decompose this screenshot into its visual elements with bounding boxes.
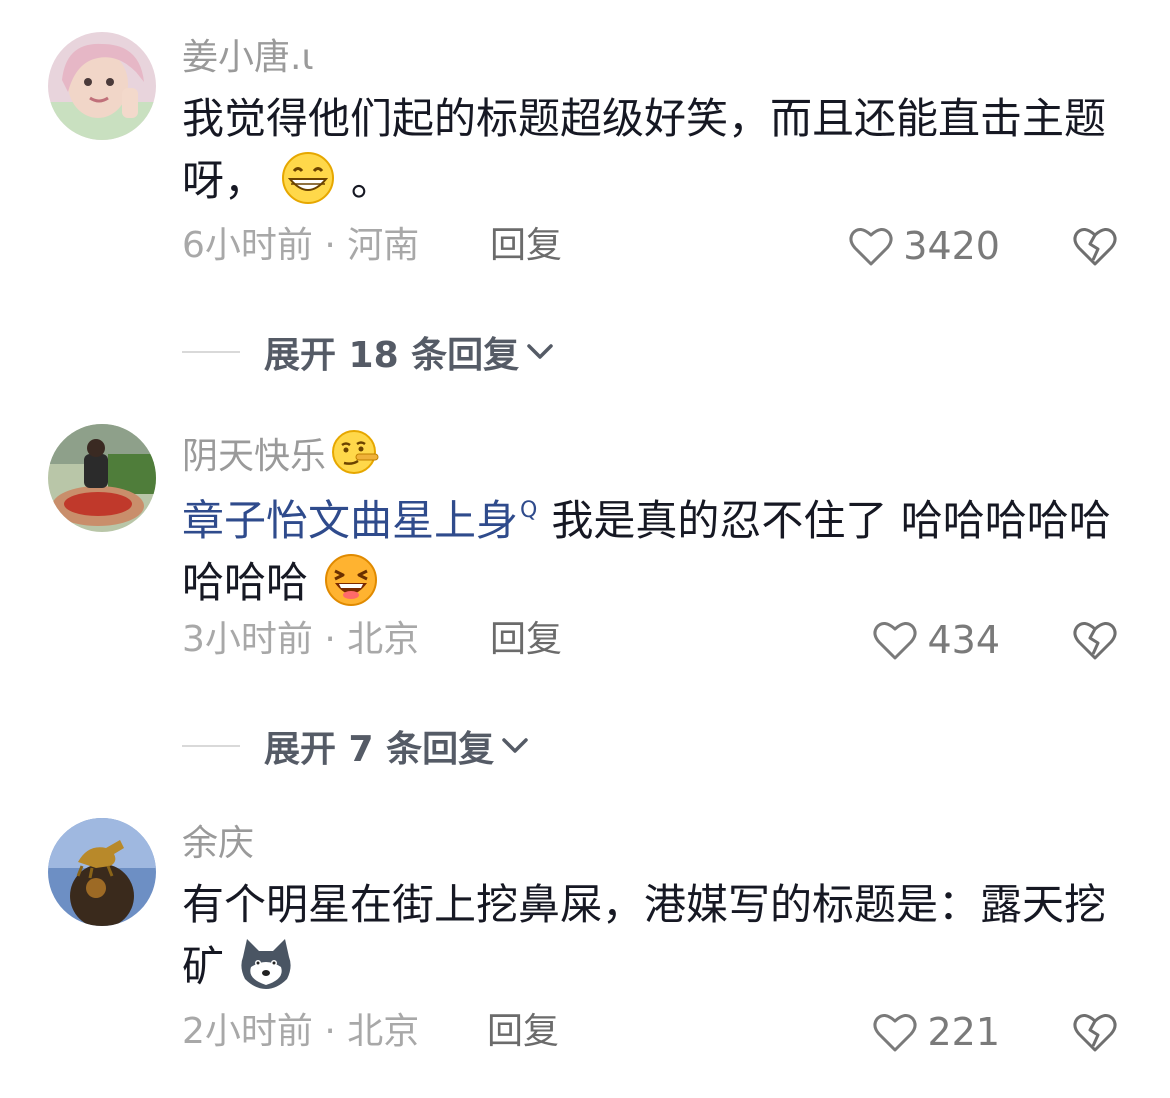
divider <box>182 351 240 353</box>
username-text: 阴天快乐 <box>182 436 327 477</box>
chevron-down-icon <box>502 738 528 753</box>
broken-heart-icon <box>1073 622 1117 660</box>
comment-text-end: 。 <box>350 156 393 205</box>
like-count: 434 <box>927 618 1000 662</box>
like-button[interactable]: 434 <box>871 618 1000 662</box>
username[interactable]: 余庆 <box>182 822 254 866</box>
expand-replies-button[interactable]: 展开 18 条回复 <box>182 326 557 378</box>
broken-heart-icon <box>1073 1014 1117 1052</box>
doge-emoji <box>237 937 295 1008</box>
chevron-down-icon <box>527 344 553 359</box>
like-button[interactable]: 3420 <box>847 224 1000 268</box>
comment-text: 章子怡文曲星上身Q 我是真的忍不住了 哈哈哈哈哈哈哈哈 <box>182 480 1112 624</box>
grin-emoji <box>279 151 337 222</box>
heart-icon <box>873 1014 918 1052</box>
mention-link[interactable]: 章子怡文曲星上身 <box>182 496 518 545</box>
username[interactable]: 阴天快乐 <box>182 428 380 487</box>
avatar[interactable] <box>48 32 156 140</box>
heart-icon <box>849 228 893 266</box>
time-location: 3小时前 · 北京 <box>182 619 420 660</box>
search-icon: Q <box>520 498 538 523</box>
time-location: 6小时前 · 河南 <box>182 225 420 266</box>
comment-text-body: 有个明星在街上挖鼻屎，港媒写的标题是：露天挖矿 <box>182 880 1107 991</box>
lying-face-emoji <box>332 428 380 487</box>
reply-button[interactable]: 回复 <box>490 618 562 662</box>
avatar[interactable] <box>48 818 156 926</box>
expand-replies-label: 展开 7 条回复 <box>264 729 495 770</box>
avatar[interactable] <box>48 424 156 532</box>
like-count: 221 <box>927 1010 1000 1054</box>
dislike-button[interactable] <box>1072 1010 1118 1054</box>
heart-icon <box>873 622 918 660</box>
laughing-emoji <box>321 553 381 624</box>
time-location: 2小时前 · 北京 <box>182 1011 420 1052</box>
dislike-button[interactable] <box>1072 618 1118 662</box>
like-button[interactable]: 221 <box>871 1010 1000 1054</box>
comment-text: 我觉得他们起的标题超级好笑，而且还能直击主题呀， 。 <box>182 88 1112 222</box>
username[interactable]: 姜小唐.ι <box>182 36 314 80</box>
expand-replies-button[interactable]: 展开 7 条回复 <box>182 720 532 772</box>
broken-heart-icon <box>1073 228 1117 266</box>
dislike-button[interactable] <box>1072 224 1118 268</box>
reply-button[interactable]: 回复 <box>487 1010 559 1054</box>
reply-button[interactable]: 回复 <box>490 224 562 268</box>
divider <box>182 745 240 747</box>
like-count: 3420 <box>903 224 1000 268</box>
expand-replies-label: 展开 18 条回复 <box>264 335 520 376</box>
comment-text: 有个明星在街上挖鼻屎，港媒写的标题是：露天挖矿 <box>182 874 1112 1008</box>
